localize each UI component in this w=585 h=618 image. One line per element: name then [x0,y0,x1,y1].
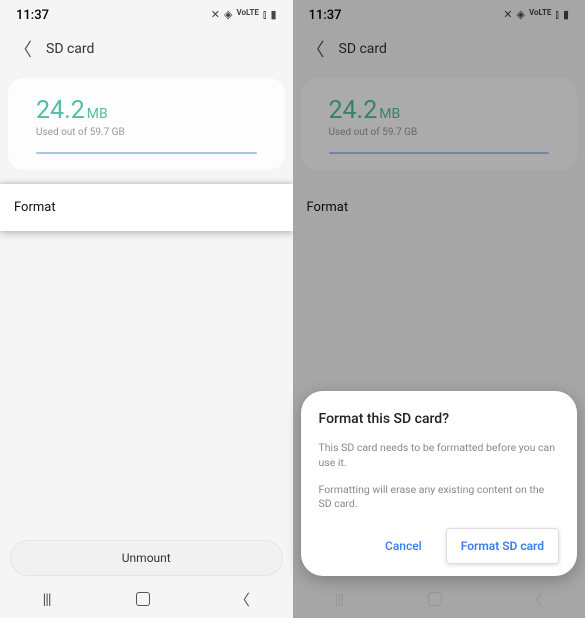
bottom-area: Unmount [0,534,293,580]
dialog-text-2: Formatting will erase any existing conte… [319,483,560,512]
nav-home-icon[interactable] [136,592,150,606]
storage-subtitle: Used out of 59.7 GB [329,127,550,138]
clock: 11:37 [309,8,342,23]
storage-card: 24.2MB Used out of 59.7 GB [301,78,578,170]
clock: 11:37 [16,8,49,23]
signal-icon: ⫾ [263,8,267,22]
wifi-icon: ◈ [516,8,524,22]
mute-icon: ✕ [503,8,512,22]
screen-left: 11:37 ✕ ◈ VoLTE ⫾ ▮ 〈 SD card 24.2MB Use… [0,0,293,618]
back-icon[interactable]: 〈 [14,36,32,62]
nav-bar: ||| 〈 [293,580,585,618]
format-sd-button[interactable]: Format SD card [446,528,559,564]
storage-amount: 24.2MB [36,96,257,125]
volte-icon: VoLTE [236,8,258,22]
storage-value: 24.2 [329,96,378,125]
storage-progress [329,152,550,154]
storage-unit: MB [379,106,400,122]
format-button[interactable]: Format [0,184,293,231]
unmount-button[interactable]: Unmount [10,540,283,576]
format-dialog: Format this SD card? This SD card needs … [301,391,578,576]
dialog-title: Format this SD card? [319,411,560,427]
nav-bar: ||| 〈 [0,580,293,618]
battery-icon: ▮ [563,8,569,22]
storage-progress [36,152,257,154]
page-header: 〈 SD card [0,30,293,72]
status-bar: 11:37 ✕ ◈ VoLTE ⫾ ▮ [0,0,293,30]
dialog-text-1: This SD card needs to be formatted befor… [319,441,560,470]
volte-icon: VoLTE [529,8,551,22]
mute-icon: ✕ [211,8,220,22]
wifi-icon: ◈ [224,8,232,22]
storage-value: 24.2 [36,96,85,125]
cancel-button[interactable]: Cancel [367,531,440,561]
storage-amount: 24.2MB [329,96,550,125]
status-bar: 11:37 ✕ ◈ VoLTE ⫾ ▮ [293,0,585,30]
storage-subtitle: Used out of 59.7 GB [36,127,257,138]
battery-icon: ▮ [270,8,276,22]
status-icons: ✕ ◈ VoLTE ⫾ ▮ [503,8,569,22]
nav-recent-icon[interactable]: ||| [335,590,343,608]
storage-card: 24.2MB Used out of 59.7 GB [8,78,285,170]
signal-icon: ⫾ [555,8,559,22]
nav-home-icon[interactable] [428,592,442,606]
nav-back-icon[interactable]: 〈 [527,589,542,610]
page-title: SD card [339,41,387,57]
page-header: 〈 SD card [293,30,585,72]
back-icon[interactable]: 〈 [307,36,325,62]
page-title: SD card [46,41,94,57]
format-button[interactable]: Format [293,184,585,231]
status-icons: ✕ ◈ VoLTE ⫾ ▮ [211,8,277,22]
storage-unit: MB [87,106,108,122]
screen-right: 11:37 ✕ ◈ VoLTE ⫾ ▮ 〈 SD card 24.2MB Use… [293,0,585,618]
dialog-actions: Cancel Format SD card [319,528,560,564]
nav-back-icon[interactable]: 〈 [235,589,250,610]
nav-recent-icon[interactable]: ||| [43,590,51,608]
